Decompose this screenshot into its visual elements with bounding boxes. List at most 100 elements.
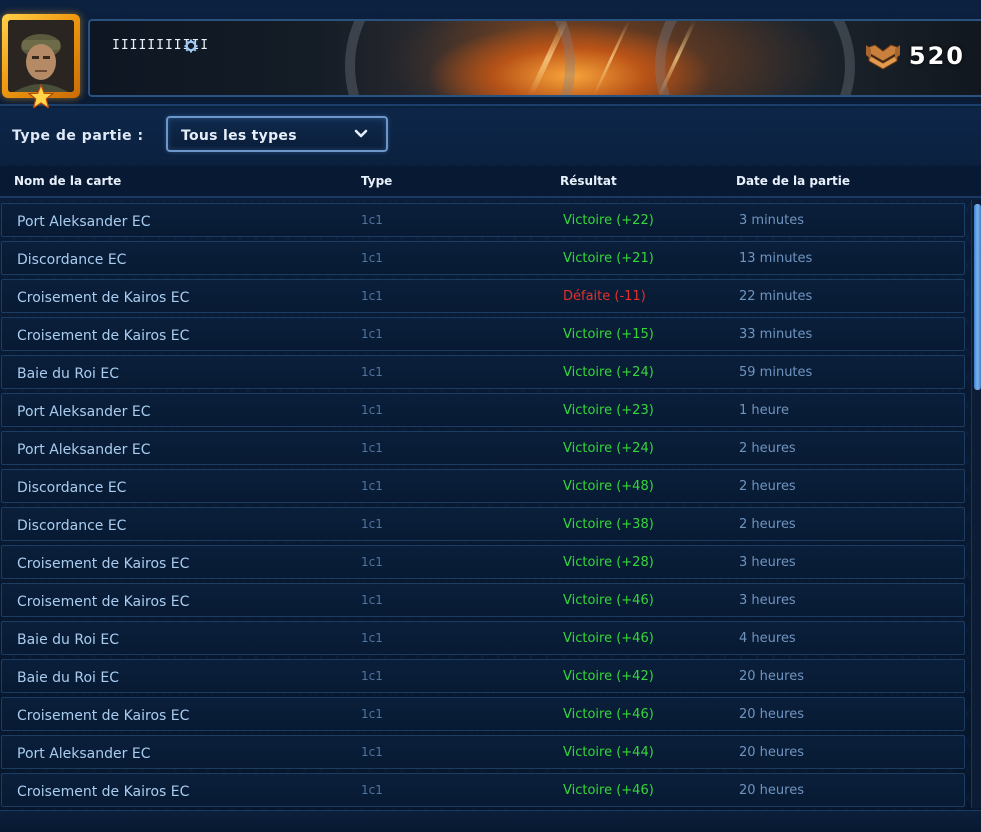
map-name: Baie du Roi EC xyxy=(17,366,119,382)
match-date: 13 minutes xyxy=(739,251,813,266)
match-result: Victoire (+24) xyxy=(563,441,654,456)
match-result: Victoire (+48) xyxy=(563,479,654,494)
match-type: 1c1 xyxy=(361,403,383,417)
match-type: 1c1 xyxy=(361,669,383,683)
match-result: Victoire (+28) xyxy=(563,555,654,570)
column-header-type[interactable]: Type xyxy=(361,174,392,188)
column-header-date[interactable]: Date de la partie xyxy=(736,174,850,188)
rank-star-icon xyxy=(28,84,54,110)
map-name: Croisement de Kairos EC xyxy=(17,594,190,610)
match-date: 3 heures xyxy=(739,593,796,608)
table-row[interactable]: Discordance EC 1c1 Victoire (+48) 2 heur… xyxy=(1,469,965,503)
match-type-selected: Tous les types xyxy=(181,128,297,144)
winged-chevron-emblem-icon xyxy=(865,44,900,70)
bottom-edge xyxy=(0,810,981,832)
banner-decoration xyxy=(655,21,855,95)
match-type: 1c1 xyxy=(361,327,383,341)
match-type: 1c1 xyxy=(361,555,383,569)
match-type: 1c1 xyxy=(361,479,383,493)
match-result: Victoire (+46) xyxy=(563,783,654,798)
map-name: Discordance EC xyxy=(17,252,127,268)
match-type: 1c1 xyxy=(361,213,383,227)
match-result: Victoire (+24) xyxy=(563,365,654,380)
match-date: 3 minutes xyxy=(739,213,805,228)
match-date: 2 heures xyxy=(739,479,796,494)
column-header-result[interactable]: Résultat xyxy=(560,174,617,188)
match-type: 1c1 xyxy=(361,251,383,265)
match-type: 1c1 xyxy=(361,365,383,379)
map-name: Baie du Roi EC xyxy=(17,632,119,648)
table-row[interactable]: Baie du Roi EC 1c1 Victoire (+42) 20 heu… xyxy=(1,659,965,693)
map-name: Port Aleksander EC xyxy=(17,442,151,458)
map-name: Croisement de Kairos EC xyxy=(17,784,190,800)
match-list: Port Aleksander EC 1c1 Victoire (+22) 3 … xyxy=(0,200,968,808)
table-row[interactable]: Port Aleksander EC 1c1 Victoire (+44) 20… xyxy=(1,735,965,769)
match-result: Victoire (+22) xyxy=(563,213,654,228)
match-type-dropdown[interactable]: Tous les types xyxy=(166,116,388,152)
match-type: 1c1 xyxy=(361,631,383,645)
match-result: Victoire (+42) xyxy=(563,669,654,684)
banner-decoration xyxy=(345,21,575,95)
table-row[interactable]: Baie du Roi EC 1c1 Victoire (+46) 4 heur… xyxy=(1,621,965,655)
map-name: Port Aleksander EC xyxy=(17,214,151,230)
table-row[interactable]: Croisement de Kairos EC 1c1 Victoire (+1… xyxy=(1,317,965,351)
match-date: 3 heures xyxy=(739,555,796,570)
match-date: 20 heures xyxy=(739,707,804,722)
match-result: Victoire (+23) xyxy=(563,403,654,418)
map-name: Croisement de Kairos EC xyxy=(17,328,190,344)
table-row[interactable]: Croisement de Kairos EC 1c1 Défaite (-11… xyxy=(1,279,965,313)
match-result: Victoire (+44) xyxy=(563,745,654,760)
profile-banner: IIIIIIIIIII 520 xyxy=(88,19,981,97)
chevron-down-icon xyxy=(354,129,368,138)
banner-light-streak xyxy=(592,21,631,95)
table-row[interactable]: Croisement de Kairos EC 1c1 Victoire (+2… xyxy=(1,545,965,579)
match-date: 2 heures xyxy=(739,441,796,456)
table-header: Nom de la carte Type Résultat Date de la… xyxy=(0,166,981,198)
scrollbar-thumb[interactable] xyxy=(974,204,981,390)
match-type: 1c1 xyxy=(361,707,383,721)
table-row[interactable]: Port Aleksander EC 1c1 Victoire (+23) 1 … xyxy=(1,393,965,427)
match-type: 1c1 xyxy=(361,289,383,303)
map-name: Discordance EC xyxy=(17,518,127,534)
column-header-map[interactable]: Nom de la carte xyxy=(14,174,121,188)
map-name: Croisement de Kairos EC xyxy=(17,290,190,306)
scrollbar[interactable] xyxy=(971,200,981,808)
gear-icon[interactable] xyxy=(184,39,198,53)
points-value: 520 xyxy=(908,42,965,70)
table-row[interactable]: Discordance EC 1c1 Victoire (+21) 13 min… xyxy=(1,241,965,275)
match-date: 20 heures xyxy=(739,669,804,684)
match-type: 1c1 xyxy=(361,745,383,759)
table-row[interactable]: Port Aleksander EC 1c1 Victoire (+24) 2 … xyxy=(1,431,965,465)
table-row[interactable]: Port Aleksander EC 1c1 Victoire (+22) 3 … xyxy=(1,203,965,237)
player-portrait[interactable] xyxy=(2,14,80,110)
table-row[interactable]: Baie du Roi EC 1c1 Victoire (+24) 59 min… xyxy=(1,355,965,389)
match-date: 2 heures xyxy=(739,517,796,532)
match-date: 1 heure xyxy=(739,403,789,418)
map-name: Discordance EC xyxy=(17,480,127,496)
map-name: Port Aleksander EC xyxy=(17,404,151,420)
match-type: 1c1 xyxy=(361,593,383,607)
match-result: Victoire (+46) xyxy=(563,593,654,608)
match-type: 1c1 xyxy=(361,517,383,531)
match-date: 4 heures xyxy=(739,631,796,646)
points-display: 520 xyxy=(865,39,965,73)
match-result: Défaite (-11) xyxy=(563,289,646,304)
match-date: 20 heures xyxy=(739,783,804,798)
table-row[interactable]: Discordance EC 1c1 Victoire (+38) 2 heur… xyxy=(1,507,965,541)
match-date: 22 minutes xyxy=(739,289,813,304)
match-date: 20 heures xyxy=(739,745,804,760)
table-row[interactable]: Croisement de Kairos EC 1c1 Victoire (+4… xyxy=(1,583,965,617)
map-name: Croisement de Kairos EC xyxy=(17,708,190,724)
table-row[interactable]: Croisement de Kairos EC 1c1 Victoire (+4… xyxy=(1,773,965,807)
match-result: Victoire (+46) xyxy=(563,631,654,646)
map-name: Baie du Roi EC xyxy=(17,670,119,686)
match-type: 1c1 xyxy=(361,783,383,797)
filter-bar: Type de partie : Tous les types xyxy=(0,108,981,164)
match-result: Victoire (+21) xyxy=(563,251,654,266)
match-type-label: Type de partie : xyxy=(12,128,144,144)
match-type: 1c1 xyxy=(361,441,383,455)
match-history-page: IIIIIIIIIII 520 Type de partie: Tous le… xyxy=(0,0,981,832)
match-date: 33 minutes xyxy=(739,327,813,342)
table-row[interactable]: Croisement de Kairos EC 1c1 Victoire (+4… xyxy=(1,697,965,731)
profile-header: IIIIIIIIIII 520 xyxy=(0,0,981,110)
